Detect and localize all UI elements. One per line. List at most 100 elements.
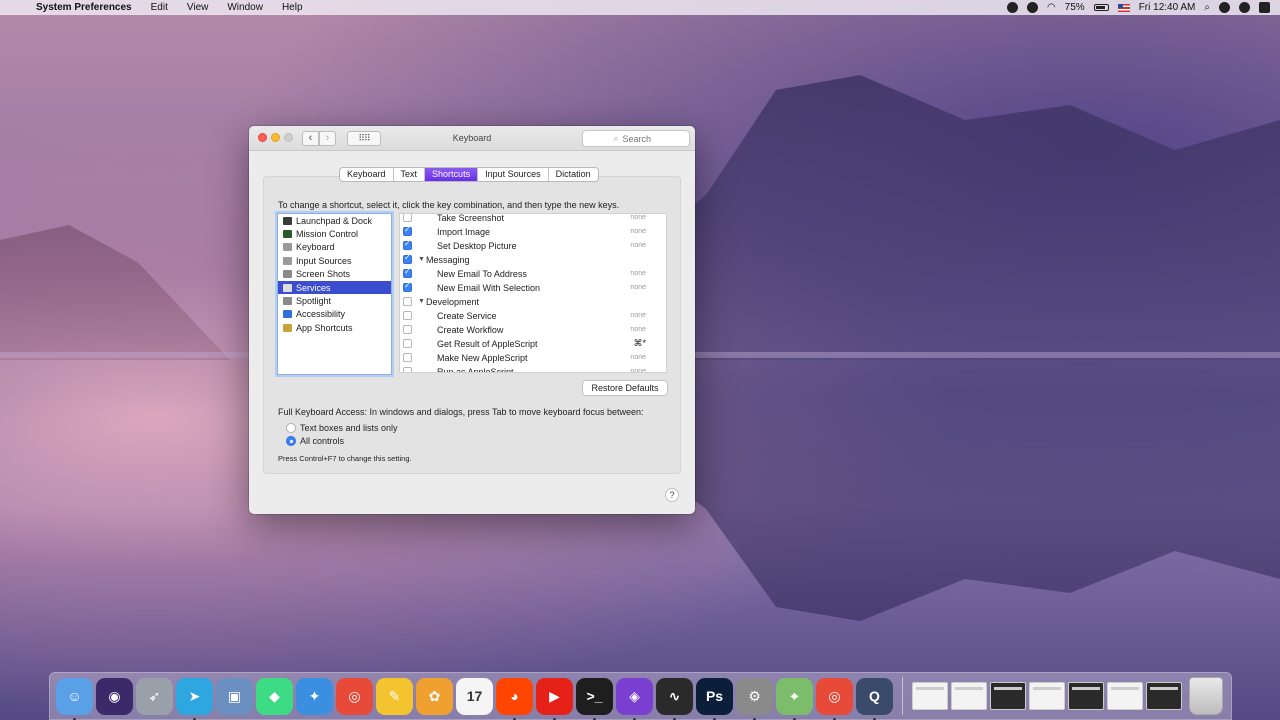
service-row[interactable]: New Email To Address none (400, 267, 666, 281)
dock-terminal-icon[interactable]: >_ (576, 677, 613, 720)
service-group-row[interactable]: ▼ Development (400, 295, 666, 309)
tab-keyboard[interactable]: Keyboard (340, 168, 394, 181)
service-row[interactable]: Run as AppleScript none (400, 365, 666, 372)
dock-minimized-window[interactable] (1029, 682, 1065, 710)
status-app-icon[interactable] (1006, 2, 1018, 13)
service-checkbox[interactable] (403, 267, 412, 278)
dock-telegram-icon[interactable]: ➤ (176, 677, 213, 720)
dock-system-preferences-icon[interactable]: ⚙ (736, 677, 773, 720)
account-icon[interactable] (1219, 2, 1230, 13)
service-row[interactable]: Create Service none (400, 309, 666, 323)
help-button[interactable]: ? (665, 488, 679, 502)
timer-icon[interactable] (1026, 2, 1038, 13)
radio-text-boxes[interactable]: Text boxes and lists only (286, 423, 398, 433)
dock-minimized-window[interactable] (1146, 682, 1182, 710)
service-checkbox[interactable] (403, 353, 412, 362)
category-item[interactable]: Services (278, 280, 391, 295)
tab-dictation[interactable]: Dictation (549, 168, 598, 181)
dock-trash-icon[interactable] (1189, 677, 1223, 715)
search-field[interactable]: ⌕ (582, 130, 690, 147)
category-item[interactable]: Screen Shots (278, 268, 391, 281)
service-row[interactable]: Get Result of AppleScript ⌘* (400, 337, 666, 351)
tab-input-sources[interactable]: Input Sources (478, 168, 549, 181)
shortcut-key[interactable]: none (630, 242, 646, 249)
dock-launchpad-icon[interactable]: ➶ (136, 677, 173, 715)
category-item[interactable]: Mission Control (278, 227, 391, 240)
service-row[interactable]: New Email With Selection none (400, 281, 666, 295)
dock-photoshop-icon[interactable]: Ps (696, 677, 733, 720)
battery-icon[interactable] (1093, 4, 1109, 11)
dock-calendar-icon[interactable]: 17 (456, 677, 493, 715)
service-row[interactable]: Create Workflow none (400, 323, 666, 337)
radio-button[interactable] (286, 436, 296, 446)
dock-preview-icon[interactable]: ▣ (216, 677, 253, 715)
service-checkbox[interactable] (403, 239, 412, 250)
dock-finder-icon[interactable]: ☺ (56, 677, 93, 720)
service-checkbox[interactable] (403, 281, 412, 292)
search-input[interactable] (622, 133, 659, 144)
wifi-icon[interactable]: ◠ (1047, 2, 1056, 13)
clock[interactable]: Fri 12:40 AM (1139, 2, 1196, 13)
dock-safari-icon[interactable]: ✦ (296, 677, 333, 715)
shortcut-key[interactable]: none (630, 312, 646, 319)
menu-edit[interactable]: Edit (151, 2, 168, 13)
dock-reddit-icon[interactable]: ◕ (496, 677, 533, 720)
dock-minimized-window[interactable] (951, 682, 987, 710)
dock-activity-monitor-icon[interactable]: ∿ (656, 677, 693, 720)
service-row[interactable]: Make New AppleScript none (400, 351, 666, 365)
input-source-flag-icon[interactable] (1117, 3, 1130, 12)
service-checkbox[interactable] (403, 297, 412, 306)
shortcut-key[interactable]: ⌘* (633, 338, 646, 349)
dock-chrome-icon[interactable]: ◎ (336, 677, 373, 715)
disclosure-triangle-icon[interactable]: ▼ (418, 256, 425, 263)
service-row[interactable]: Take Screenshot none (400, 214, 666, 225)
menu-help[interactable]: Help (282, 2, 303, 13)
dock-chrome-2-icon[interactable]: ◎ (816, 677, 853, 720)
dock-siri-icon[interactable]: ◉ (96, 677, 133, 715)
dock-minimized-window[interactable] (1107, 682, 1143, 710)
category-item[interactable]: Input Sources (278, 254, 391, 267)
shortcut-key[interactable]: none (630, 228, 646, 235)
service-checkbox[interactable] (403, 325, 412, 334)
shortcut-key[interactable]: none (630, 368, 646, 372)
dock-visual-studio-icon[interactable]: ◈ (616, 677, 653, 720)
service-checkbox[interactable] (403, 367, 412, 372)
dock-youtube-music-icon[interactable]: ▶ (536, 677, 573, 720)
tab-text[interactable]: Text (394, 168, 426, 181)
restore-defaults-button[interactable]: Restore Defaults (582, 380, 668, 396)
notification-center-icon[interactable] (1259, 2, 1270, 13)
category-item[interactable]: App Shortcuts (278, 321, 391, 334)
service-checkbox[interactable] (403, 225, 412, 236)
tab-shortcuts[interactable]: Shortcuts (425, 168, 479, 181)
category-item[interactable]: Spotlight (278, 294, 391, 307)
radio-button[interactable] (286, 423, 296, 433)
disclosure-triangle-icon[interactable]: ▼ (418, 298, 425, 305)
category-item[interactable]: Accessibility (278, 308, 391, 321)
service-group-row[interactable]: ▼Messaging (400, 253, 666, 267)
dock-minimized-window[interactable] (1068, 682, 1104, 710)
service-checkbox[interactable] (403, 214, 412, 222)
shortcut-category-list[interactable]: Launchpad & Dock Mission Control Keyboard I… (277, 213, 392, 375)
dock-minimized-window[interactable] (912, 682, 948, 710)
dock-idea-icon[interactable]: ✎ (376, 677, 413, 715)
service-checkbox[interactable] (403, 253, 412, 264)
category-item[interactable]: Keyboard (278, 241, 391, 254)
battery-percent[interactable]: 75% (1065, 2, 1085, 13)
siri-icon[interactable] (1239, 2, 1250, 13)
spotlight-search-icon[interactable]: ⌕ (1204, 2, 1210, 13)
service-row[interactable]: Import Image none (400, 225, 666, 239)
app-menu[interactable]: System Preferences (36, 2, 132, 13)
menu-window[interactable]: Window (227, 2, 263, 13)
service-checkbox[interactable] (403, 339, 412, 348)
service-checkbox[interactable] (403, 311, 412, 320)
services-shortcut-list[interactable]: Take ScreenshotnoneImport ImagenoneSet D… (399, 213, 667, 373)
menu-view[interactable]: View (187, 2, 209, 13)
shortcut-key[interactable]: none (630, 354, 646, 361)
shortcut-key[interactable]: none (630, 284, 646, 291)
dock-photos-icon[interactable]: ✿ (416, 677, 453, 715)
dock-maps-icon[interactable]: ⌖ (776, 677, 813, 720)
dock-android-studio-icon[interactable]: ◆ (256, 677, 293, 715)
shortcut-key[interactable]: none (630, 326, 646, 333)
service-row[interactable]: Set Desktop Picture none (400, 239, 666, 253)
radio-all-controls[interactable]: All controls (286, 436, 344, 446)
